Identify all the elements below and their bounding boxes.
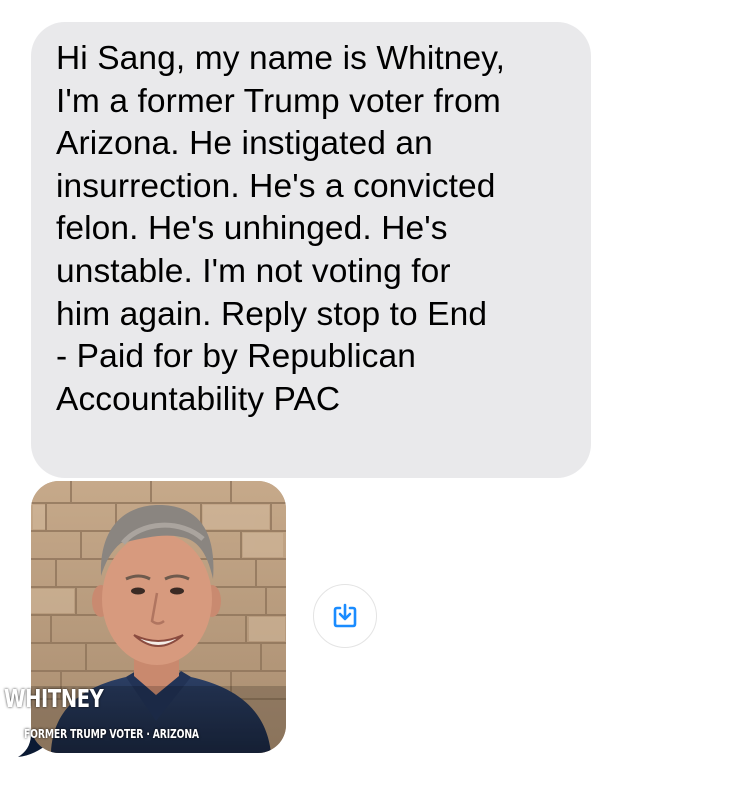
- save-image-button[interactable]: [313, 584, 377, 648]
- message-line: - Paid for by Republican: [56, 338, 416, 376]
- caption-name: WHITNEY: [4, 684, 104, 713]
- download-icon: [333, 603, 357, 628]
- message-line: Arizona. He instigated an: [56, 125, 433, 163]
- message-line: insurrection. He's a convicted: [56, 167, 496, 205]
- message-line: Hi Sang, my name is Whitney,: [56, 40, 505, 77]
- message-line: unstable. I'm not voting for: [56, 252, 451, 290]
- message-line: him again. Reply stop to End: [56, 295, 488, 333]
- message-line: I'm a former Trump voter from: [56, 82, 501, 120]
- message-line: felon. He's unhinged. He's: [56, 210, 448, 248]
- message-line: Accountability PAC: [56, 380, 341, 418]
- caption-subtitle: FORMER TRUMP VOTER · ARIZONA: [24, 726, 199, 741]
- message-bubble[interactable]: Hi Sang, my name is Whitney, I'm a forme…: [31, 22, 591, 478]
